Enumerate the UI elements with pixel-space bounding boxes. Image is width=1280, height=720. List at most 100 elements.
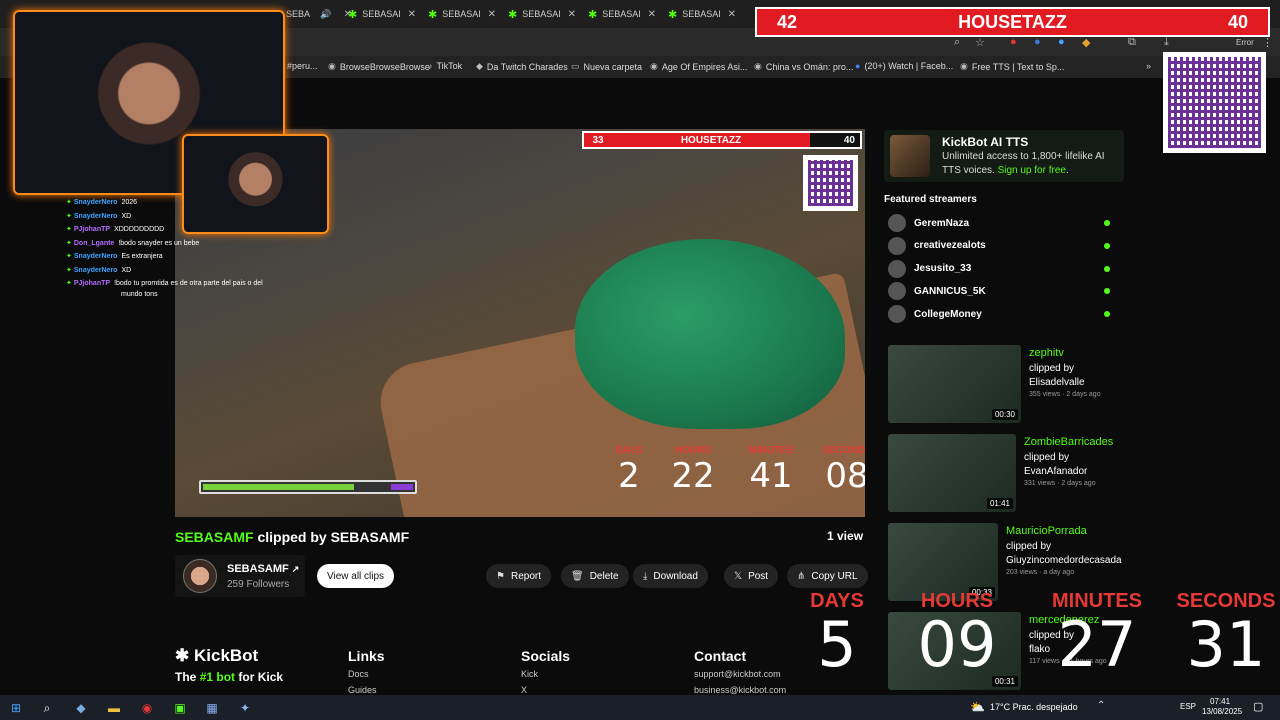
copilot-icon[interactable]: ◆ (72, 699, 90, 717)
bookmark[interactable]: ◆ Da Twitch Charades (476, 61, 568, 72)
footer-link-guides[interactable]: Guides (348, 685, 377, 695)
puzzle-icon[interactable]: ⧉ (1128, 36, 1136, 49)
bookmark[interactable]: ◉ China vs Omán: pro... (754, 61, 853, 72)
browser-tab[interactable]: ✱ SEBASAI ✕ (344, 4, 422, 24)
streamer-name: Jesusito_33 (914, 263, 972, 275)
browser-tab[interactable]: ✱ SEBASAI ✕ (664, 4, 742, 24)
chrome-icon[interactable]: ◉ (138, 699, 156, 717)
clip-channel[interactable]: ZombieBarricades (1024, 436, 1113, 448)
bookmark[interactable]: ▭ Nueva carpeta (571, 61, 642, 72)
bookmark[interactable]: ◉ BrowseBrowseBrowse (328, 61, 430, 72)
chat-text: !bodo tu promtida es de otra parte del p… (114, 280, 263, 287)
copy-url-button[interactable]: ⋔ Copy URL (787, 564, 868, 588)
tts-promo-card[interactable]: KickBot AI TTS Unlimited access to 1,800… (884, 130, 1124, 182)
browser-tab[interactable]: ✱ SEBASAI ✕ (584, 4, 662, 24)
file-explorer-icon[interactable]: ▬ (105, 699, 123, 717)
zoom-icon[interactable]: ⌕ (954, 36, 960, 49)
language-indicator[interactable]: ESP (1180, 702, 1196, 711)
chevron-up-icon[interactable]: ⌃ (1097, 700, 1105, 711)
footer-business-email[interactable]: business@kickbot.com (694, 685, 786, 695)
search-icon[interactable]: ⌕ (38, 699, 56, 717)
calculator-icon[interactable]: ▦ (203, 699, 221, 717)
featured-streamer-item[interactable]: GANNICUS_5K (888, 282, 1116, 301)
clock-date[interactable]: 13/08/2025 (1202, 707, 1242, 716)
extension-icon[interactable]: ● (1010, 36, 1017, 48)
bookmark[interactable]: #peru... (287, 61, 318, 71)
clip-channel-name[interactable]: SEBASAMF (175, 529, 254, 545)
bookmark[interactable]: ◉ Free TTS | Text to Sp... (960, 61, 1064, 72)
related-clip-item[interactable]: 00:30 zephitv clipped by Elisadelvalle 355 v… (888, 345, 1128, 423)
close-icon[interactable]: ✕ (648, 9, 656, 20)
countdown-value: 09 (917, 608, 997, 681)
chat-username: SnayderNero (73, 212, 118, 220)
app-icon[interactable]: ▣ (171, 699, 189, 717)
promo-signup-link[interactable]: Sign up for free (998, 165, 1066, 176)
left-score: 33 (592, 134, 604, 146)
featured-streamer-item[interactable]: Jesusito_33 (888, 259, 1116, 278)
featured-streamer-item[interactable]: CollegeMoney (888, 305, 1116, 324)
footer-contact-heading: Contact (694, 648, 747, 664)
clip-clipper[interactable]: EvanAfanador (1024, 466, 1087, 477)
profile-error-badge[interactable]: Error (1236, 38, 1254, 47)
footer-brand[interactable]: ✱ KickBot (175, 646, 258, 666)
extension-icon[interactable]: ● (1058, 36, 1065, 48)
kickbot-logo-icon: ✱ (175, 646, 190, 665)
close-icon[interactable]: ✕ (488, 9, 496, 20)
countdown-value: 27 (1057, 608, 1137, 681)
streamer-name[interactable]: SEBASAMF (227, 563, 289, 575)
close-icon[interactable]: ✕ (408, 9, 416, 20)
star-icon[interactable]: ☆ (975, 36, 985, 49)
clip-clipper[interactable]: Elisadelvalle (1029, 377, 1085, 388)
browser-tab[interactable]: ✱ SEBASAI ✕ (504, 4, 582, 24)
clipped-by-text: clipped by (257, 529, 327, 545)
clip-channel[interactable]: zephitv (1029, 347, 1064, 359)
streamer-card[interactable]: SEBASAMF ↗ 259 Followers (175, 555, 305, 597)
clip-channel[interactable]: MauricioPorrada (1006, 525, 1087, 537)
footer-support-email[interactable]: support@kickbot.com (694, 669, 781, 679)
windows-start-icon[interactable]: ⊞ (7, 699, 25, 717)
weather-text[interactable]: 17°C Prac. despejado (990, 702, 1078, 712)
related-clip-item[interactable]: 01:41 ZombieBarricades clipped by EvanAfana… (888, 434, 1128, 512)
video-score-bar: 33 HOUSETAZZ 40 (582, 131, 862, 149)
folder-icon: ▭ (571, 61, 580, 71)
browser-tab[interactable]: ✱ SEBASAI ✕ (424, 4, 502, 24)
clip-thumbnail[interactable]: 01:41 (888, 434, 1016, 512)
close-icon[interactable]: ✕ (568, 9, 576, 20)
clip-thumbnail[interactable]: 00:30 (888, 345, 1021, 423)
chat-username: PJjohanTP (73, 226, 111, 233)
extension-icon[interactable]: ● (1034, 36, 1041, 48)
clock-time[interactable]: 07:41 (1210, 697, 1230, 706)
notification-icon[interactable]: ▢ (1253, 700, 1263, 713)
chat-text: XD (121, 212, 132, 220)
clip-clipper[interactable]: Giuyzincomedordecasada (1006, 555, 1122, 566)
delete-button[interactable]: 🗑 Delete (561, 564, 629, 588)
featured-streamer-item[interactable]: GeremNaza (888, 214, 1116, 232)
chat-message: ✦ Don_Lgante !bodo snayder es un bebe (66, 239, 199, 247)
featured-streamer-item[interactable]: creativezealots (888, 236, 1116, 255)
speaker-icon[interactable]: 🔊 (320, 9, 331, 20)
menu-icon[interactable]: ⋮ (1262, 36, 1273, 49)
stream-countdown: DAYS 5 HOURS 09 MINUTES 27 SECONDS 31 (782, 590, 1280, 677)
bookmark[interactable]: ♪ TikTok (428, 61, 462, 71)
download-icon: ⤓ (643, 570, 648, 582)
post-button[interactable]: 𝕏 Post (724, 564, 779, 588)
footer-social-x[interactable]: X (521, 685, 527, 695)
footer-link-docs[interactable]: Docs (348, 669, 369, 679)
bookmark-label: Nueva carpeta (583, 61, 643, 72)
download-button[interactable]: ⤓ Download (633, 564, 708, 588)
bookmark[interactable]: ◉ Age Of Empires Asi... (650, 61, 747, 72)
bookmark[interactable]: ● (20+) Watch | Faceb... (855, 61, 953, 71)
report-button[interactable]: ⚑ Report (486, 564, 551, 588)
external-link-icon[interactable]: ↗ (292, 564, 300, 574)
extension-icon[interactable]: ◆ (1082, 36, 1090, 49)
chevron-right-icon[interactable]: » (1146, 61, 1151, 71)
download-icon[interactable]: ⤓ (1164, 36, 1169, 49)
close-icon[interactable]: ✕ (728, 9, 736, 20)
footer-brand-name: KickBot (193, 646, 259, 665)
countdown-minutes: MINUTES 41 (727, 445, 815, 494)
app-icon[interactable]: ✦ (236, 699, 254, 717)
footer-social-kick[interactable]: Kick (521, 669, 538, 679)
countdown-label: MINUTES (748, 445, 794, 456)
view-all-clips-button[interactable]: View all clips (317, 564, 395, 588)
clip-clipper-name[interactable]: SEBASAMF (331, 529, 410, 545)
